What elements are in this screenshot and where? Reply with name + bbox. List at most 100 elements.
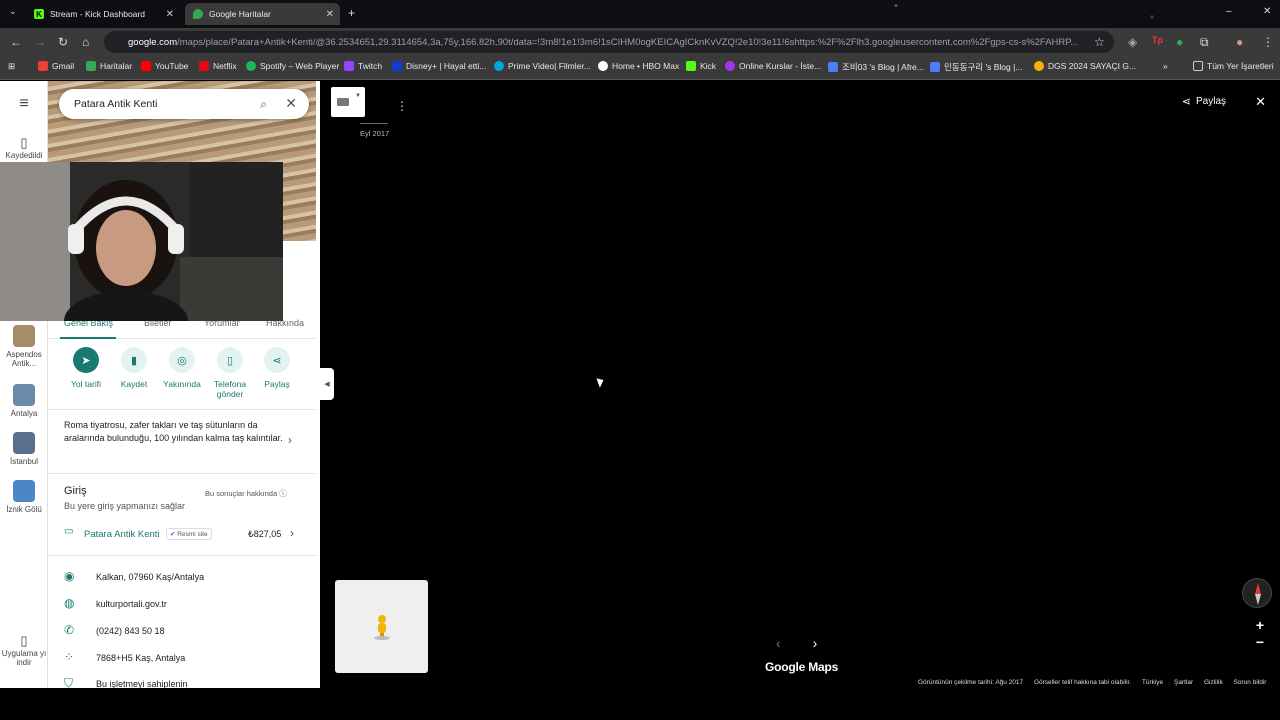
back-icon[interactable]: ← xyxy=(10,35,22,49)
bookmark-hbo[interactable]: Home • HBO Max xyxy=(598,61,679,71)
place-description[interactable]: Roma tiyatrosu, zafer takları ve taş süt… xyxy=(64,419,284,445)
bookmark-netflix[interactable]: Netflix xyxy=(199,61,237,71)
bookmark-prime[interactable]: Prime Video| Filmler... xyxy=(494,61,591,71)
street-view-viewer[interactable]: ▼ ⋮ Eyl 2017 ⋖ Paylaş ✕ ◀ ‹ › Google Map… xyxy=(320,81,1280,688)
afreeca-icon xyxy=(828,62,838,72)
pin-icon xyxy=(1034,61,1044,71)
rail-app-download[interactable]: ▯ Uygulama yı indir xyxy=(0,633,48,667)
menu-dots-icon[interactable]: ⋮ xyxy=(1262,35,1274,49)
close-tab-icon[interactable]: ✕ xyxy=(326,9,334,20)
bookmark-youtube[interactable]: YouTube xyxy=(141,61,188,71)
bookmark-spotify[interactable]: Spotify – Web Player xyxy=(246,61,339,71)
extension-shield-icon[interactable]: ◈ xyxy=(1128,35,1137,49)
collapse-panel-button[interactable]: ◀ xyxy=(320,368,334,400)
bookmark-label: Gmail xyxy=(52,61,75,71)
address[interactable]: Kalkan, 07960 Kaş/Antalya xyxy=(96,572,204,582)
bookmark-dgs[interactable]: DGS 2024 SAYAÇI G... xyxy=(1034,61,1136,71)
action-buttons: ➤ Yol tarifi ▮ Kaydet ◎ Yakınında ▯ Tele… xyxy=(60,347,310,403)
more-options-icon[interactable]: ⋮ xyxy=(396,99,408,113)
next-photo-icon[interactable]: › xyxy=(813,635,818,651)
bookmark-gmail[interactable]: Gmail xyxy=(38,61,74,71)
send-to-phone-button[interactable]: ▯ Telefona gönder xyxy=(206,347,254,399)
rail-recent-antalya[interactable]: Antalya xyxy=(0,384,48,418)
rail-recent-aspendos[interactable]: Aspendos Antik... xyxy=(0,325,48,368)
home-icon[interactable]: ⌂ xyxy=(82,35,89,49)
divider xyxy=(360,123,388,124)
share-button[interactable]: ⋖ Paylaş xyxy=(253,347,301,389)
bookmark-afreeca-2[interactable]: 민동동구리 's Blog |... xyxy=(930,61,1022,73)
extension-green-icon[interactable]: ● xyxy=(1176,35,1183,49)
divider xyxy=(48,473,316,474)
search-icon[interactable]: ⌕ xyxy=(260,97,267,112)
privacy-link[interactable]: Gizlilik xyxy=(1204,679,1223,686)
bookmark-kick[interactable]: Kick xyxy=(686,61,716,71)
info-icon: ⓘ xyxy=(279,489,287,498)
tab-google-maps[interactable]: Google Haritalar ✕ xyxy=(185,3,340,25)
previous-photo-icon[interactable]: ‹ xyxy=(776,635,781,651)
star-icon[interactable]: ☆ xyxy=(1094,35,1105,49)
website-link[interactable]: kulturportali.gov.tr xyxy=(96,599,167,609)
clear-search-icon[interactable]: ✕ xyxy=(285,95,297,112)
hamburger-menu-icon[interactable]: ≡ xyxy=(0,95,48,113)
bookmarks-overflow-button[interactable]: » xyxy=(1163,61,1168,71)
url-field[interactable]: google.com/maps/place/Patara+Antik+Kenti… xyxy=(104,31,1114,53)
twitch-icon xyxy=(344,61,354,71)
recent-thumbnail xyxy=(13,432,35,454)
time-travel-button[interactable]: ▼ xyxy=(331,87,365,117)
search-input[interactable]: Patara Antik Kenti xyxy=(74,98,157,110)
phone-number[interactable]: (0242) 843 50 18 xyxy=(96,626,165,636)
minimize-icon[interactable]: – xyxy=(1226,6,1232,17)
hbo-icon xyxy=(598,61,608,71)
action-label: Telefona gönder xyxy=(213,379,247,399)
country-link[interactable]: Türkiye xyxy=(1142,679,1163,686)
extensions-puzzle-icon[interactable]: ⧉ xyxy=(1200,35,1209,50)
plus-code-icon: ⁘ xyxy=(64,650,75,664)
rail-label: Aspendos Antik... xyxy=(6,350,42,368)
bookmark-disney[interactable]: Disney+ | Hayal etti... xyxy=(392,61,486,71)
share-icon: ⋖ xyxy=(264,347,290,373)
close-tab-icon[interactable]: ✕ xyxy=(166,9,174,20)
bookmark-afreeca-1[interactable]: 조비03 's Blog | Afre... xyxy=(828,61,924,73)
capture-date-label: Eyl 2017 xyxy=(360,129,390,138)
terms-link[interactable]: Şartlar xyxy=(1174,679,1193,686)
mouse-cursor xyxy=(596,376,606,388)
tab-kick-dashboard[interactable]: K Stream - Kick Dashboard ✕ xyxy=(26,3,180,25)
apps-grid-icon[interactable]: ⊞ xyxy=(8,61,15,72)
directions-button[interactable]: ➤ Yol tarifi xyxy=(62,347,110,389)
profile-avatar-icon[interactable]: ● xyxy=(1236,35,1243,49)
close-icon[interactable]: ✕ xyxy=(1255,94,1266,110)
plus-code[interactable]: 7868+H5 Kaş, Antalya xyxy=(96,653,185,663)
save-button[interactable]: ▮ Kaydet xyxy=(110,347,158,389)
all-bookmarks-button[interactable]: Tüm Yer İşaretleri xyxy=(1193,61,1274,71)
youtube-icon xyxy=(141,61,151,71)
tab-search-icon[interactable]: ⌄ xyxy=(9,6,17,17)
all-bookmarks-label: Tüm Yer İşaretleri xyxy=(1207,61,1274,71)
extension-tp-icon[interactable]: Tp xyxy=(1152,35,1163,45)
chevron-right-icon[interactable]: › xyxy=(288,433,292,447)
pegman-thumbnail[interactable] xyxy=(335,580,428,673)
claim-business-link[interactable]: Bu işletmeyi sahiplenin xyxy=(96,679,188,688)
bookmark-haritalar[interactable]: Haritalar xyxy=(86,61,132,71)
rail-recent-istanbul[interactable]: İstanbul xyxy=(0,432,48,466)
bookmark-twitch[interactable]: Twitch xyxy=(344,61,382,71)
report-problem-link[interactable]: Sorun bildir xyxy=(1234,679,1267,686)
window-close-icon[interactable]: ✕ xyxy=(1263,6,1271,17)
reload-icon[interactable]: ↻ xyxy=(58,35,68,49)
nearby-button[interactable]: ◎ Yakınında xyxy=(158,347,206,389)
rail-recent-iznik[interactable]: İznik Gölü xyxy=(0,480,48,514)
rail-saved[interactable]: ▯ Kaydedildi xyxy=(0,135,48,160)
kick-icon: K xyxy=(34,9,44,19)
compass-icon[interactable] xyxy=(1242,578,1272,608)
new-tab-icon[interactable]: + xyxy=(348,6,355,20)
zoom-in-button[interactable]: + xyxy=(1256,617,1264,633)
zoom-out-button[interactable]: − xyxy=(1256,634,1264,650)
forward-icon[interactable]: → xyxy=(34,35,46,49)
share-label: Paylaş xyxy=(1195,96,1226,107)
search-box[interactable]: Patara Antik Kenti ⌕ ✕ xyxy=(59,89,309,119)
copyright-note[interactable]: Görseller telif hakkına tabi olabilir. xyxy=(1034,679,1131,686)
kick-icon xyxy=(686,61,696,71)
results-note[interactable]: Bu sonuçlar hakkında ⓘ xyxy=(205,488,287,499)
bookmark-udemy[interactable]: Online Kurslar - İste... xyxy=(725,61,821,71)
url-host: google.com xyxy=(128,36,178,48)
share-button[interactable]: ⋖ Paylaş xyxy=(1182,95,1226,108)
